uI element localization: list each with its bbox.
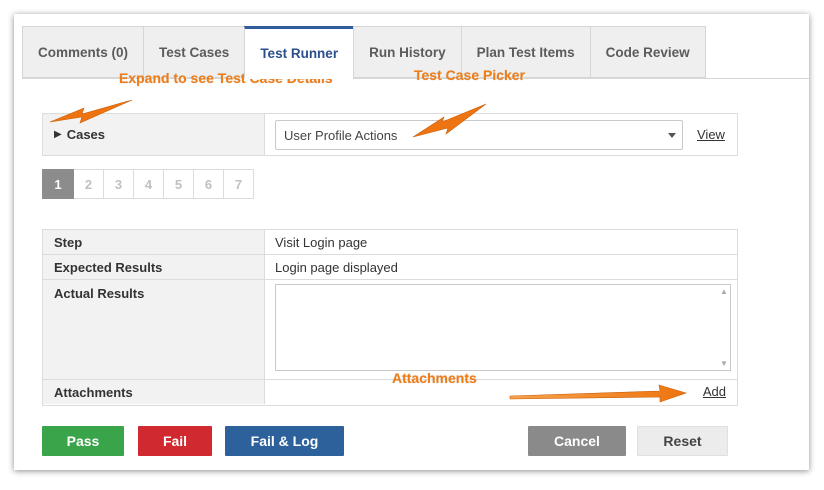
actual-results-label: Actual Results bbox=[43, 280, 265, 379]
pass-button[interactable]: Pass bbox=[42, 426, 124, 456]
page-3[interactable]: 3 bbox=[104, 169, 134, 199]
step-value: Visit Login page bbox=[275, 234, 368, 250]
annotation-test-case-picker: Test Case Picker bbox=[414, 67, 526, 83]
table-row: Attachments Add bbox=[43, 380, 737, 404]
expected-results-value: Login page displayed bbox=[275, 259, 398, 275]
step-pager: 1 2 3 4 5 6 7 bbox=[42, 169, 254, 199]
actual-results-input[interactable]: ▲ ▼ bbox=[275, 284, 731, 371]
attachments-label: Attachments bbox=[43, 380, 265, 404]
tab-code-review[interactable]: Code Review bbox=[589, 26, 706, 78]
add-attachment-link[interactable]: Add bbox=[703, 384, 726, 399]
cancel-button[interactable]: Cancel bbox=[528, 426, 626, 456]
annotation-attachments: Attachments bbox=[392, 370, 477, 386]
fail-button[interactable]: Fail bbox=[138, 426, 212, 456]
page-6[interactable]: 6 bbox=[194, 169, 224, 199]
page-4[interactable]: 4 bbox=[134, 169, 164, 199]
triangle-right-icon: ▶ bbox=[54, 129, 62, 140]
page-1[interactable]: 1 bbox=[42, 169, 74, 199]
table-row: Step Visit Login page bbox=[43, 230, 737, 255]
textarea-scrollbar[interactable]: ▲ ▼ bbox=[716, 285, 730, 370]
actual-results-cell: ▲ ▼ bbox=[265, 280, 737, 379]
cases-label: Cases bbox=[66, 127, 106, 142]
fail-and-log-button[interactable]: Fail & Log bbox=[225, 426, 344, 456]
test-case-picker[interactable]: User Profile Actions bbox=[275, 120, 683, 150]
tab-test-runner[interactable]: Test Runner bbox=[244, 26, 354, 79]
page-7[interactable]: 7 bbox=[224, 169, 254, 199]
chevron-down-icon bbox=[668, 133, 676, 138]
cases-expander[interactable]: ▶ Cases bbox=[43, 114, 265, 155]
view-link[interactable]: View bbox=[697, 127, 725, 142]
cases-row: ▶ Cases User Profile Actions View bbox=[42, 113, 738, 156]
table-row: Actual Results ▲ ▼ bbox=[43, 280, 737, 380]
scroll-up-icon[interactable]: ▲ bbox=[720, 287, 728, 296]
scroll-down-icon[interactable]: ▼ bbox=[720, 359, 728, 368]
test-case-picker-value: User Profile Actions bbox=[284, 127, 398, 143]
page-5[interactable]: 5 bbox=[164, 169, 194, 199]
reset-button[interactable]: Reset bbox=[637, 426, 728, 456]
attachments-cell: Add bbox=[265, 380, 737, 404]
step-label: Step bbox=[43, 230, 265, 254]
page-2[interactable]: 2 bbox=[74, 169, 104, 199]
step-details-table: Step Visit Login page Expected Results L… bbox=[42, 229, 738, 406]
expected-results-label: Expected Results bbox=[43, 255, 265, 279]
table-row: Expected Results Login page displayed bbox=[43, 255, 737, 280]
